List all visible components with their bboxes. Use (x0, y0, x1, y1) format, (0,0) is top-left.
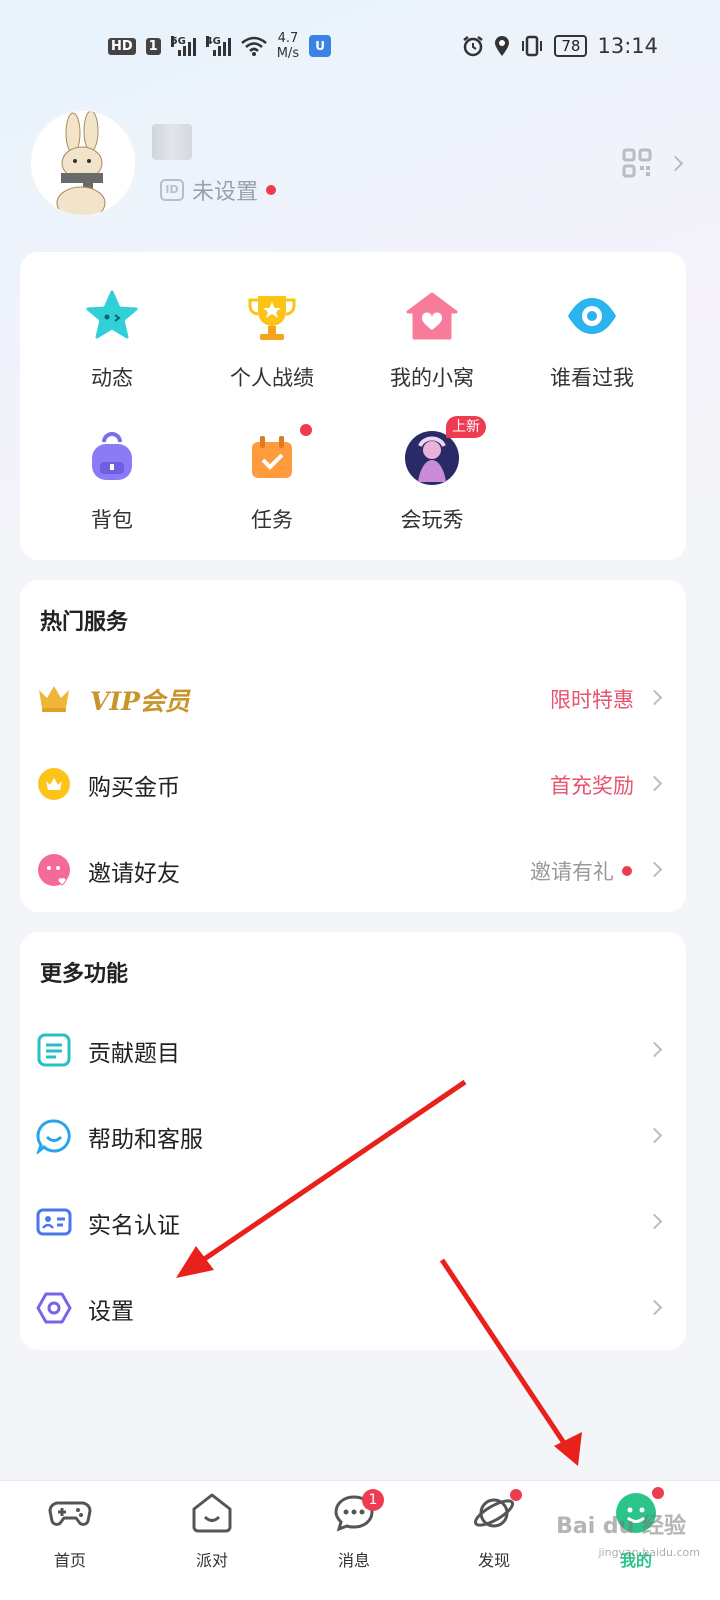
feature-row-help[interactable]: 帮助和客服 (20, 1106, 686, 1166)
contribute-label: 贡献题目 (88, 1041, 180, 1067)
gamepad-icon (48, 1501, 92, 1526)
pink-face-icon (38, 854, 70, 886)
tab-messages[interactable]: 消息 1 (304, 1489, 404, 1571)
id-card-icon (36, 1208, 72, 1236)
wifi-icon (240, 36, 267, 56)
grid-item-show[interactable]: 会玩秀 上新 (352, 416, 512, 534)
tab-discover[interactable]: 发现 (444, 1489, 544, 1571)
buy-coins-promo-text: 首充奖励 (550, 774, 634, 798)
star-face-icon (86, 290, 138, 339)
gold-coin-icon (38, 768, 70, 800)
network-speed: 4.7 M/s (276, 31, 300, 61)
user-id-row[interactable]: ID 未设置 (160, 174, 277, 206)
grid-item-my-nest[interactable]: 我的小窝 (352, 288, 512, 392)
more-features-card: 更多功能 贡献题目 帮助和客服 实名认证 设置 (20, 932, 686, 1350)
status-bar: HD 1 5G 4G 4.7 M/s U 78 13:14 (0, 28, 720, 64)
chevron-right-icon (646, 1299, 663, 1316)
username-blurred (152, 124, 192, 160)
invite-notice-dot (622, 866, 632, 876)
buy-coins-label: 购买金币 (88, 775, 180, 801)
me-notice-dot (652, 1487, 664, 1499)
planet-icon (473, 1498, 515, 1528)
backpack-icon (92, 432, 132, 480)
messages-count-badge: 1 (362, 1489, 384, 1511)
crown-icon (39, 686, 69, 712)
chat-smile-icon (36, 1119, 71, 1154)
chevron-right-icon (646, 1127, 663, 1144)
chevron-right-icon (646, 861, 663, 878)
vibrate-icon (522, 35, 543, 57)
vip-label: VIP会员 (90, 687, 190, 716)
hd-indicator: HD (108, 37, 136, 55)
settings-label: 设置 (88, 1299, 134, 1325)
grid-item-backpack[interactable]: 背包 (32, 430, 192, 534)
feature-row-real-name[interactable]: 实名认证 (20, 1192, 686, 1252)
bottom-tab-bar: 首页 派对 消息 1 发现 我的 (0, 1480, 720, 1600)
qr-code-icon[interactable] (622, 148, 652, 178)
sim-indicator: 1 (145, 37, 161, 55)
feature-row-contribute[interactable]: 贡献题目 (20, 1020, 686, 1080)
app-notification-icon: U (309, 35, 332, 57)
grid-item-who-viewed-me[interactable]: 谁看过我 (512, 288, 672, 392)
party-icon (192, 1493, 232, 1533)
grid-item-dynamics[interactable]: 动态 (32, 288, 192, 392)
chevron-right-icon (646, 1041, 663, 1058)
baidu-watermark-url: jingyan.baidu.com (598, 1546, 700, 1559)
battery-indicator: 78 (554, 35, 588, 57)
tab-home[interactable]: 首页 (20, 1491, 120, 1571)
more-features-title: 更多功能 (40, 962, 129, 987)
invite-promo-text: 邀请有礼 (530, 860, 614, 884)
chevron-right-icon (646, 775, 663, 792)
alarm-icon (463, 36, 484, 57)
house-heart-icon (406, 292, 458, 340)
new-badge: 上新 (446, 416, 486, 438)
service-row-vip[interactable]: VIP会员 限时特惠 (20, 668, 686, 728)
avatar[interactable] (28, 108, 138, 218)
vip-promo-text: 限时特惠 (550, 688, 634, 712)
service-row-invite[interactable]: 邀请好友 邀请有礼 (20, 840, 686, 900)
character-avatar-icon (405, 431, 459, 485)
eye-icon (568, 298, 616, 334)
user-id-text: 未设置 (192, 180, 259, 205)
quick-grid-card: 动态 个人战绩 我的小窝 谁看过我 背包 任务 会玩秀 上新 (20, 252, 686, 560)
chevron-right-icon (646, 1213, 663, 1230)
baidu-watermark: Bai du 经验 (556, 1514, 686, 1539)
hot-services-card: 热门服务 VIP会员 限时特惠 购买金币 首充奖励 邀请好友 邀请有礼 (20, 580, 686, 912)
discover-notice-dot (510, 1489, 522, 1501)
service-row-buy-coins[interactable]: 购买金币 首充奖励 (20, 754, 686, 814)
signal-5g-icon: 5G (170, 36, 196, 56)
tab-party[interactable]: 派对 (162, 1491, 262, 1571)
help-label: 帮助和客服 (88, 1127, 203, 1153)
invite-label: 邀请好友 (88, 861, 180, 887)
tasks-notice-dot (300, 424, 312, 436)
hot-services-title: 热门服务 (40, 610, 129, 635)
grid-item-personal-record[interactable]: 个人战绩 (192, 288, 352, 392)
id-icon: ID (160, 179, 184, 201)
feature-row-settings[interactable]: 设置 (20, 1278, 686, 1338)
calendar-check-icon (252, 436, 292, 478)
notice-dot (266, 185, 277, 195)
grid-item-tasks[interactable]: 任务 (192, 424, 352, 534)
location-icon (495, 36, 510, 56)
real-name-label: 实名认证 (88, 1213, 180, 1239)
document-icon (37, 1033, 71, 1067)
clock: 13:14 (597, 34, 658, 58)
signal-4g-icon: 4G (205, 36, 231, 56)
chevron-right-icon (646, 689, 663, 706)
rabbit-avatar-icon (31, 111, 135, 215)
trophy-icon (248, 296, 296, 340)
settings-hexagon-icon (36, 1292, 72, 1324)
